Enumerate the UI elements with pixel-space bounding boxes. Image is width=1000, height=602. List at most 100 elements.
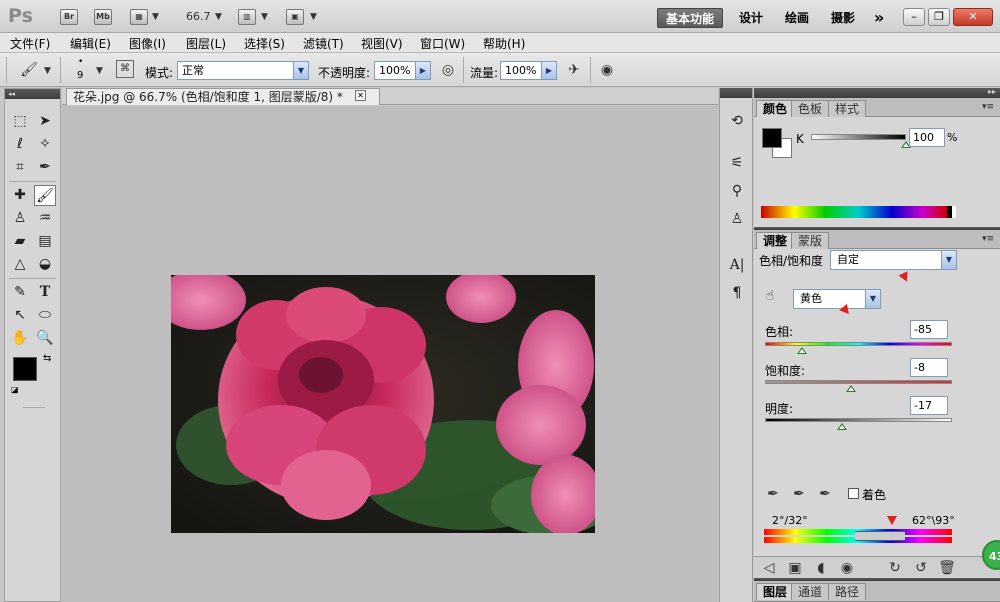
brush-panel-toggle-icon[interactable]: ⌘ xyxy=(116,60,134,78)
maximize-button[interactable]: ❐ xyxy=(928,8,950,26)
more-workspaces-button[interactable]: » xyxy=(868,8,890,28)
view-extras-dropdown-icon[interactable]: ▼ xyxy=(152,12,159,22)
k-slider[interactable] xyxy=(811,134,906,140)
menu-file[interactable]: 文件(F) xyxy=(10,35,50,52)
menu-select[interactable]: 选择(S) xyxy=(244,35,285,52)
path-selection-tool-icon[interactable]: ↖ xyxy=(9,305,31,326)
view-previous-icon[interactable]: ↻ xyxy=(886,559,904,577)
history-brush-tool-icon[interactable]: ♒ xyxy=(34,208,56,229)
pen-tool-icon[interactable]: ✎ xyxy=(9,282,31,303)
brush-panel-icon[interactable]: ⚲ xyxy=(726,180,748,202)
flow-field[interactable]: 100% ▶ xyxy=(500,61,557,80)
range-selector[interactable] xyxy=(855,531,905,541)
eraser-tool-icon[interactable]: ▰ xyxy=(9,231,31,252)
healing-brush-tool-icon[interactable]: ✚ xyxy=(9,185,31,206)
tab-channels[interactable]: 通道 xyxy=(791,583,830,600)
menu-image[interactable]: 图像(I) xyxy=(129,35,166,52)
lightness-value-field[interactable]: -17 xyxy=(910,396,948,415)
eyedropper-minus-icon[interactable]: ✒ xyxy=(816,485,834,503)
zoom-tool-icon[interactable]: 🔍 xyxy=(34,328,56,349)
clip-to-layer-icon[interactable]: ◖ xyxy=(812,559,830,577)
move-tool-icon[interactable]: ➤ xyxy=(34,111,56,132)
workspace-photography[interactable]: 摄影 xyxy=(825,8,861,28)
eyedropper-plus-icon[interactable]: ✒ xyxy=(790,485,808,503)
saturation-value-field[interactable]: -8 xyxy=(910,358,948,377)
lightness-slider-thumb[interactable] xyxy=(837,423,847,430)
flower-photo[interactable] xyxy=(171,275,595,533)
hue-slider-thumb[interactable] xyxy=(797,347,807,354)
reset-icon[interactable]: ↺ xyxy=(912,559,930,577)
tools-panel-header[interactable]: ◂◂ xyxy=(5,89,60,99)
lasso-tool-icon[interactable]: ℓ xyxy=(9,134,31,155)
eyedropper-tool-icon[interactable]: ✒ xyxy=(34,157,56,178)
workspace-essentials[interactable]: 基本功能 xyxy=(657,8,723,28)
bridge-button[interactable]: Br xyxy=(60,9,78,25)
tab-adjustments[interactable]: 调整 xyxy=(756,232,795,249)
menu-window[interactable]: 窗口(W) xyxy=(420,35,465,52)
tab-paths[interactable]: 路径 xyxy=(828,583,867,600)
eyedropper-icon[interactable]: ✒ xyxy=(764,485,782,503)
brush-tool-icon[interactable]: 🖌 xyxy=(34,185,56,206)
channel-dropdown-icon[interactable]: ▼ xyxy=(865,290,880,308)
dodge-tool-icon[interactable]: ◒ xyxy=(34,254,56,275)
arrange-dropdown-icon[interactable]: ▼ xyxy=(261,12,268,22)
menu-filter[interactable]: 滤镜(T) xyxy=(303,35,344,52)
document-close-icon[interactable]: ✕ xyxy=(355,90,366,101)
foreground-color-swatch[interactable] xyxy=(13,357,37,381)
crop-tool-icon[interactable]: ⌗ xyxy=(9,157,31,178)
tab-styles[interactable]: 样式 xyxy=(828,100,867,117)
quick-mask-icon[interactable] xyxy=(23,407,45,408)
tab-swatches[interactable]: 色板 xyxy=(791,100,830,117)
color-panel-menu-icon[interactable]: ▾≡ xyxy=(982,102,994,112)
character-panel-icon[interactable]: A| xyxy=(726,254,748,276)
back-icon[interactable]: ◁ xyxy=(760,559,778,577)
brush-preset-dropdown-icon[interactable]: ▼ xyxy=(44,66,51,76)
clone-stamp-tool-icon[interactable]: ♙ xyxy=(9,208,31,229)
preset-dropdown-icon[interactable]: ▼ xyxy=(941,251,956,269)
mode-dropdown-icon[interactable]: ▼ xyxy=(293,62,308,79)
tablet-size-icon[interactable]: ◉ xyxy=(598,61,616,79)
quick-selection-tool-icon[interactable]: ✧ xyxy=(34,134,56,155)
opacity-slider-icon[interactable]: ▶ xyxy=(415,62,430,79)
menu-view[interactable]: 视图(V) xyxy=(361,35,403,52)
visibility-icon[interactable]: ◉ xyxy=(838,559,856,577)
document-tab[interactable]: 花朵.jpg @ 66.7% (色相/饱和度 1, 图层蒙版/8) * xyxy=(66,88,380,105)
history-panel-icon[interactable]: ⟲ xyxy=(726,110,748,132)
color-foreground-swatch[interactable] xyxy=(762,128,782,148)
adjust-panel-menu-icon[interactable]: ▾≡ xyxy=(982,234,994,244)
close-window-button[interactable]: ✕ xyxy=(953,8,993,26)
expand-view-icon[interactable]: ▣ xyxy=(786,559,804,577)
tab-masks[interactable]: 蒙版 xyxy=(791,232,830,249)
clone-source-panel-icon[interactable]: ♙ xyxy=(726,208,748,230)
collapse-icon[interactable]: ▸▸ xyxy=(988,87,996,96)
shape-tool-icon[interactable]: ⬭ xyxy=(34,305,56,326)
gradient-tool-icon[interactable]: ▤ xyxy=(34,231,56,252)
preset-select[interactable]: 自定 ▼ xyxy=(830,250,957,270)
blur-tool-icon[interactable]: △ xyxy=(9,254,31,275)
airbrush-icon[interactable]: ✈ xyxy=(565,61,583,79)
zoom-level[interactable]: 66.7 xyxy=(186,10,211,23)
mini-bridge-button[interactable]: Mb xyxy=(94,9,112,25)
lightness-slider[interactable] xyxy=(765,418,952,422)
color-ramp[interactable] xyxy=(761,206,956,218)
hand-tool-icon[interactable]: ✋ xyxy=(9,328,31,349)
hue-value-field[interactable]: -85 xyxy=(910,320,948,339)
targeted-adjustment-icon[interactable]: ☝ xyxy=(761,287,779,305)
tablet-opacity-icon[interactable]: ◎ xyxy=(439,61,457,79)
opacity-field[interactable]: 100% ▶ xyxy=(374,61,431,80)
minimize-button[interactable]: – xyxy=(903,8,925,26)
screen-mode-button[interactable]: ▣ xyxy=(286,9,304,25)
menu-help[interactable]: 帮助(H) xyxy=(483,35,525,52)
k-value-field[interactable]: 100 xyxy=(909,128,945,147)
paragraph-panel-icon[interactable]: ¶ xyxy=(726,282,748,304)
saturation-slider[interactable] xyxy=(765,380,952,384)
marquee-tool-icon[interactable]: ⬚ xyxy=(9,111,31,132)
arrange-documents-button[interactable]: ▥ xyxy=(238,9,256,25)
colorize-checkbox[interactable] xyxy=(848,488,859,499)
channel-select[interactable]: 黄色 ▼ xyxy=(793,289,881,309)
brush-size-dropdown-icon[interactable]: ▼ xyxy=(96,66,103,76)
workspace-painting[interactable]: 绘画 xyxy=(779,8,815,28)
type-tool-icon[interactable]: T xyxy=(34,282,56,303)
brush-presets-panel-icon[interactable]: ⚟ xyxy=(726,152,748,174)
saturation-slider-thumb[interactable] xyxy=(846,385,856,392)
